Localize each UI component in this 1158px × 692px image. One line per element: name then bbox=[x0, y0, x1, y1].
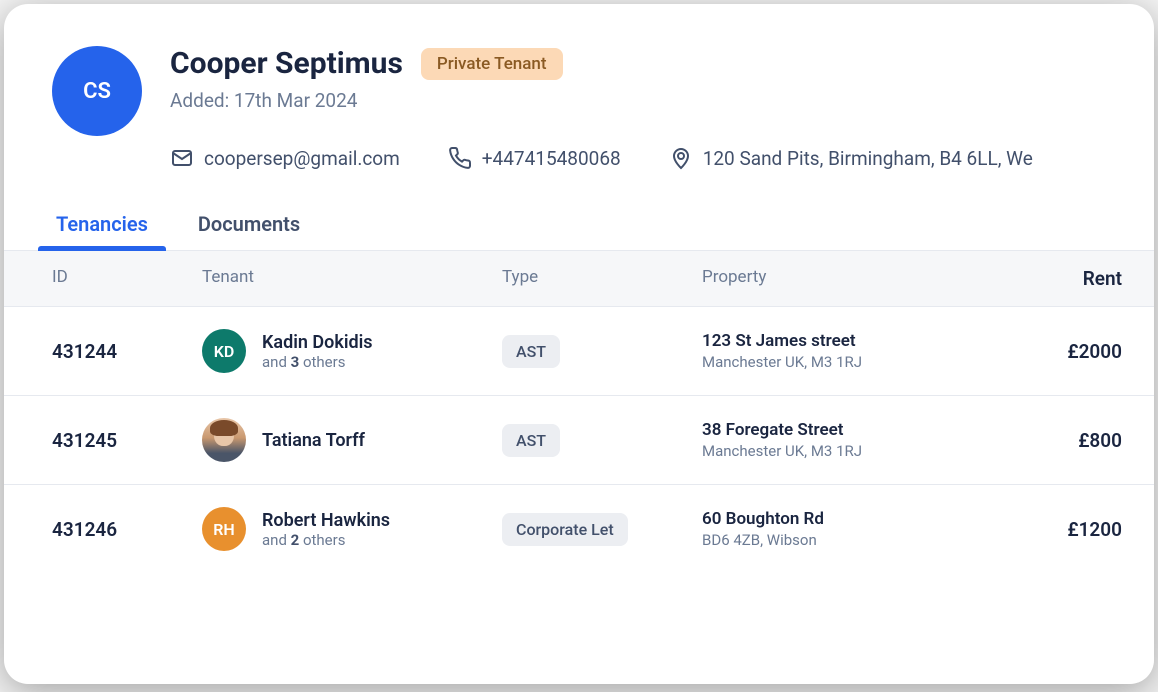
added-date: Added: 17th Mar 2024 bbox=[170, 89, 1106, 112]
property-line2: Manchester UK, M3 1RJ bbox=[702, 442, 992, 460]
tenant-cell: KD Kadin Dokidisand 3 others bbox=[202, 329, 502, 373]
table-row[interactable]: 431244KD Kadin Dokidisand 3 others AST 123 … bbox=[4, 306, 1154, 395]
type-badge: AST bbox=[502, 424, 560, 457]
rent-value: £1200 bbox=[992, 518, 1122, 541]
phone-field[interactable]: +447415480068 bbox=[448, 146, 621, 170]
rent-value: £2000 bbox=[992, 340, 1122, 363]
property-line1: 60 Boughton Rd bbox=[702, 509, 992, 529]
tenant-cell: RH Robert Hawkinsand 2 others bbox=[202, 507, 502, 551]
property-line2: BD6 4ZB, Wibson bbox=[702, 531, 992, 549]
table-body: 431244KD Kadin Dokidisand 3 others AST 123 … bbox=[4, 306, 1154, 573]
tenant-avatar bbox=[202, 418, 246, 462]
title-row: Cooper Septimus Private Tenant bbox=[170, 46, 1106, 81]
tenant-others: and 2 others bbox=[262, 531, 390, 549]
rent-value: £800 bbox=[992, 429, 1122, 452]
table-header: ID Tenant Type Property Rent Dur bbox=[4, 251, 1154, 306]
type-badge: AST bbox=[502, 335, 560, 368]
tenant-name: Robert Hawkins bbox=[262, 510, 390, 531]
duration-value: 24 mo bbox=[1122, 518, 1154, 541]
email-field[interactable]: coopersep@gmail.com bbox=[170, 146, 400, 170]
table-row[interactable]: 431245 Tatiana Torff AST 38 Foregate Street… bbox=[4, 395, 1154, 484]
col-id: ID bbox=[52, 267, 202, 290]
email-value: coopersep@gmail.com bbox=[204, 147, 400, 170]
row-id: 431245 bbox=[52, 429, 202, 452]
profile-header: CS Cooper Septimus Private Tenant Added:… bbox=[4, 4, 1154, 198]
tenant-name: Kadin Dokidis bbox=[262, 332, 373, 353]
table-row[interactable]: 431246RH Robert Hawkinsand 2 others Corpor… bbox=[4, 484, 1154, 573]
profile-name: Cooper Septimus bbox=[170, 46, 403, 81]
tenant-name: Tatiana Torff bbox=[262, 430, 365, 451]
tab-documents[interactable]: Documents bbox=[194, 198, 304, 250]
contact-row: coopersep@gmail.com +447415480068 120 Sa… bbox=[170, 146, 1106, 170]
row-id: 431246 bbox=[52, 518, 202, 541]
header-content: Cooper Septimus Private Tenant Added: 17… bbox=[170, 46, 1106, 170]
row-id: 431244 bbox=[52, 340, 202, 363]
tenant-cell: Tatiana Torff bbox=[202, 418, 502, 462]
address-value: 120 Sand Pits, Birmingham, B4 6LL, We bbox=[703, 147, 1033, 170]
phone-icon bbox=[448, 146, 472, 170]
duration-value: 18 mo bbox=[1122, 429, 1154, 452]
col-type: Type bbox=[502, 267, 702, 290]
phone-value: +447415480068 bbox=[482, 147, 621, 170]
property-line1: 123 St James street bbox=[702, 331, 992, 351]
duration-value: 6 mo bbox=[1122, 340, 1154, 363]
avatar: CS bbox=[52, 46, 142, 136]
col-tenant: Tenant bbox=[202, 267, 502, 290]
location-icon bbox=[669, 146, 693, 170]
tenant-avatar: KD bbox=[202, 329, 246, 373]
property-line2: Manchester UK, M3 1RJ bbox=[702, 353, 992, 371]
col-duration: Dur bbox=[1122, 267, 1154, 290]
tenant-type-badge: Private Tenant bbox=[421, 48, 563, 80]
profile-card: CS Cooper Septimus Private Tenant Added:… bbox=[4, 4, 1154, 684]
type-badge: Corporate Let bbox=[502, 513, 628, 546]
property-cell: 38 Foregate Street Manchester UK, M3 1RJ bbox=[702, 420, 992, 460]
property-cell: 60 Boughton Rd BD6 4ZB, Wibson bbox=[702, 509, 992, 549]
col-property: Property bbox=[702, 267, 992, 290]
address-field[interactable]: 120 Sand Pits, Birmingham, B4 6LL, We bbox=[669, 146, 1033, 170]
tab-bar: Tenancies Documents bbox=[4, 198, 1154, 251]
property-cell: 123 St James street Manchester UK, M3 1RJ bbox=[702, 331, 992, 371]
mail-icon bbox=[170, 146, 194, 170]
col-rent: Rent bbox=[992, 267, 1122, 290]
tenant-avatar: RH bbox=[202, 507, 246, 551]
tenant-others: and 3 others bbox=[262, 353, 373, 371]
tab-tenancies[interactable]: Tenancies bbox=[52, 198, 152, 250]
property-line1: 38 Foregate Street bbox=[702, 420, 992, 440]
